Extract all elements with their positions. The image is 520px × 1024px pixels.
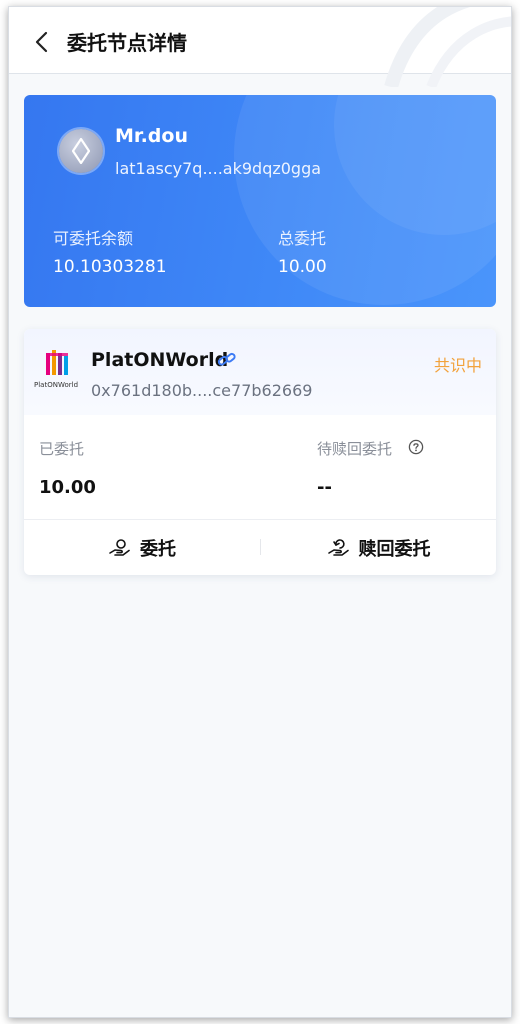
account-address: lat1ascy7q....ak9dqz0gga bbox=[115, 159, 322, 178]
account-card: Mr.dou lat1ascy7q....ak9dqz0gga 可委托余额 10… bbox=[24, 95, 496, 307]
pending-redeem-value: -- bbox=[317, 477, 332, 498]
node-logo-text: PlatONWorld bbox=[34, 381, 79, 389]
delegate-hand-icon bbox=[109, 539, 130, 556]
node-logo: PlatONWorld bbox=[34, 347, 80, 395]
top-bar: 委托节点详情 bbox=[9, 7, 511, 87]
app-screen: 委托节点详情 Mr.dou lat1ascy7q....ak9dqz0gga 可… bbox=[8, 6, 512, 1018]
available-balance-value: 10.10303281 bbox=[53, 257, 167, 277]
redeem-button[interactable]: 赎回委托 bbox=[261, 521, 496, 575]
delegate-button[interactable]: 委托 bbox=[24, 521, 260, 575]
node-address: 0x761d180b....ce77b62669 bbox=[91, 381, 313, 400]
node-name: PlatONWorld bbox=[91, 349, 229, 371]
page-title: 委托节点详情 bbox=[67, 31, 187, 55]
header-decoration bbox=[384, 7, 511, 87]
chevron-left-icon bbox=[35, 31, 48, 53]
diamond-icon bbox=[72, 138, 90, 164]
delegate-button-label: 委托 bbox=[140, 539, 176, 560]
divider bbox=[24, 519, 496, 520]
account-name: Mr.dou bbox=[115, 125, 188, 147]
avatar bbox=[59, 129, 103, 173]
redeem-hand-icon bbox=[327, 539, 349, 556]
total-delegated-value: 10.00 bbox=[278, 257, 327, 277]
pending-redeem-label: 待赎回委托 bbox=[317, 440, 393, 458]
back-button[interactable] bbox=[33, 31, 51, 53]
node-header: PlatONWorld PlatONWorld 共识中 0x761d180b..… bbox=[24, 329, 496, 415]
node-status-badge: 共识中 bbox=[433, 356, 482, 375]
link-icon[interactable] bbox=[217, 351, 237, 373]
redeem-button-label: 赎回委托 bbox=[358, 539, 431, 560]
delegated-value: 10.00 bbox=[39, 477, 96, 498]
help-icon[interactable] bbox=[408, 439, 424, 459]
node-card: PlatONWorld PlatONWorld 共识中 0x761d180b..… bbox=[24, 329, 496, 575]
total-delegated-label: 总委托 bbox=[278, 229, 327, 248]
available-balance-label: 可委托余额 bbox=[53, 229, 134, 248]
delegated-label: 已委托 bbox=[39, 440, 85, 458]
